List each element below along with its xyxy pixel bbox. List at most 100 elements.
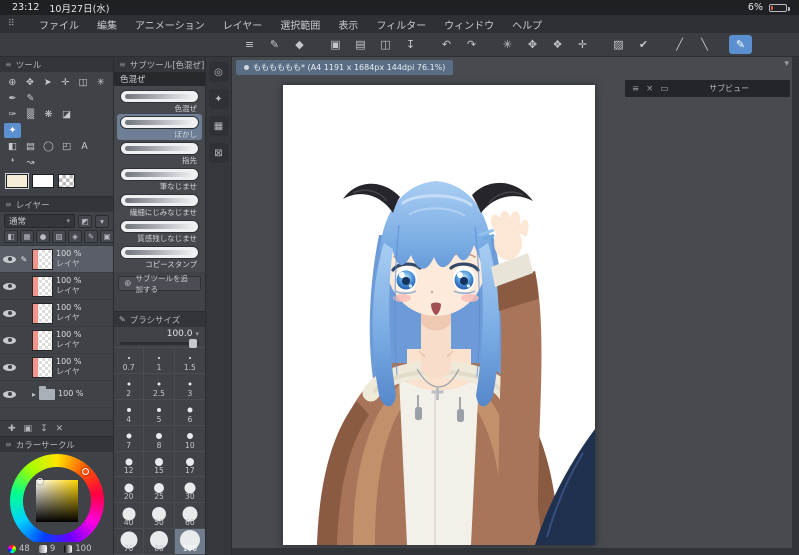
opacity-button[interactable]: ◩ [78,214,92,228]
frame-border-tool[interactable]: ◰ [58,139,75,154]
brush-size-cell[interactable]: 60 [174,503,205,530]
layer-row[interactable]: 100 % レイヤ [0,354,113,381]
brush-size-cell[interactable]: 12 [114,451,145,478]
slider-handle[interactable] [189,339,197,348]
brush-size-cell[interactable]: 17 [174,451,205,478]
navigate-tool[interactable]: ✥ [22,75,39,90]
brush-size-display[interactable]: 100.0 [114,327,205,339]
decoration-tool[interactable]: ❋ [40,107,57,122]
collapse-panel-icon[interactable]: ▭ [660,84,668,94]
brush-size-cell[interactable]: 2 [114,373,145,400]
visibility-eye-icon[interactable] [3,255,16,264]
menu-item[interactable]: 選択範囲 [271,17,329,32]
layer-row[interactable]: 100 % レイヤ [0,300,113,327]
color-history-icon[interactable]: ✦ [208,89,229,109]
brush-size-header[interactable]: ブラシサイズ [114,312,205,327]
brush-size-cell[interactable]: 8 [144,425,175,452]
zoom-tool[interactable]: ⊕ [4,75,21,90]
horizontal-scroll-track[interactable] [232,548,792,555]
draft-layer-icon[interactable]: ✎ [84,230,98,243]
brush-size-slider[interactable] [120,339,199,348]
layer-panel-header[interactable]: レイヤー [0,197,113,212]
menu-item[interactable]: レイヤー [214,17,272,32]
brush-size-cell[interactable]: 5 [144,399,175,426]
tool-switch-icon[interactable]: ◆ [288,35,311,54]
blend-mode-select[interactable]: 通常 [4,214,75,228]
stabilize-line-icon[interactable]: ╱ [668,35,691,54]
menu-item[interactable]: ファイル [30,17,88,32]
fill-tool[interactable]: ◧ [4,139,21,154]
layer-move-tool[interactable]: ✛ [57,75,74,90]
subtool-group-tab[interactable]: 色混ぜ [114,72,205,86]
subtool-panel-header[interactable]: サブツール[色混ぜ] [114,57,205,72]
brush-size-cell[interactable]: 40 [114,503,145,530]
add-subtool-button[interactable]: サブツールを追加する [118,274,201,294]
undo-icon[interactable]: ↶ [435,35,458,54]
lock-layer-icon[interactable]: ● [36,230,50,243]
sv-marker[interactable] [36,478,43,484]
select-check-icon[interactable]: ✔ [632,35,655,54]
main-color-swatch[interactable] [6,174,28,188]
snap-icon[interactable]: ❖ [546,35,569,54]
color-panel-header[interactable]: カラーサークル [0,437,113,452]
brush-size-cell[interactable]: 80 [144,529,175,555]
visibility-eye-icon[interactable] [3,336,16,345]
layer-row[interactable]: 100 % レイヤ [0,273,113,300]
subtool-item[interactable]: 色混ぜ [117,88,202,114]
subtool-item[interactable]: 指先 [117,140,202,166]
transform-icon[interactable]: ✥ [521,35,544,54]
brush-size-cell[interactable]: 0.7 [114,348,145,374]
airbrush-tool[interactable]: ▒ [22,107,39,122]
new-folder-icon[interactable]: ▣ [24,424,33,434]
brush-size-cell[interactable]: 3 [174,373,205,400]
clipboard-icon[interactable]: ▣ [324,35,347,54]
brush-mode-icon[interactable]: ✎ [729,35,752,54]
brush-size-cell[interactable]: 15 [144,451,175,478]
brush-size-cell[interactable]: 100 [174,529,205,555]
brush-tool[interactable]: ✑ [4,107,21,122]
app-grid-icon[interactable] [8,19,24,29]
subtool-item[interactable]: 質感残しなじませ [117,218,202,244]
deselect-icon[interactable]: ✳ [496,35,519,54]
pen-tool[interactable]: ✒ [4,91,21,106]
brush-size-cell[interactable]: 2.5 [144,373,175,400]
new-layer-icon[interactable]: ✚ [8,424,16,434]
document-tab[interactable]: もももももも* (A4 1191 x 1684px 144dpi 76.1%) [236,60,454,75]
tool-panel-header[interactable]: ツール [0,57,113,72]
menu-item[interactable]: フィルター [367,17,435,32]
color-set-icon[interactable]: ▦ [208,116,229,136]
pencil-tool[interactable]: ✎ [22,91,39,106]
brush-size-cell[interactable]: 6 [174,399,205,426]
clipping-icon[interactable]: ▦ [20,230,34,243]
brush-size-cell[interactable]: 30 [174,477,205,504]
layer-row[interactable]: 100 % レイヤ [0,327,113,354]
merge-down-icon[interactable]: ↧ [40,424,48,434]
figure-tool[interactable]: ◯ [40,139,57,154]
menu-item[interactable]: ヘルプ [503,17,551,32]
transparent-color-swatch[interactable] [58,174,75,188]
menu-item[interactable]: 表示 [329,17,367,32]
current-tool-icon[interactable]: ✎ [263,35,286,54]
close-panel-icon[interactable]: × [646,84,653,94]
subtool-item[interactable]: 筆なじませ [117,166,202,192]
layer-row[interactable]: ▸ 100 % [0,381,113,408]
document-canvas[interactable] [283,85,595,545]
line-correction-tool[interactable]: ↝ [22,155,39,170]
vector-line-icon[interactable]: ╲ [693,35,716,54]
reference-layer-icon[interactable]: ◈ [68,230,82,243]
subview-panel[interactable]: ≡ × ▭ サブビュー [625,80,790,97]
quick-access-icon[interactable]: ◎ [208,62,229,82]
brush-size-cell[interactable]: 10 [174,425,205,452]
brush-size-cell[interactable]: 7 [114,425,145,452]
export-icon[interactable]: ↧ [399,35,422,54]
hue-marker[interactable] [81,468,89,475]
chevron-down-icon[interactable]: ▾ [784,59,789,69]
brush-size-cell[interactable]: 25 [144,477,175,504]
delete-layer-icon[interactable]: ✕ [56,424,64,434]
palette-options-button[interactable]: ▾ [95,214,109,228]
ruler-icon[interactable]: ✛ [571,35,594,54]
selection-tool[interactable]: ◫ [75,75,92,90]
menu-item[interactable]: ウィンドウ [435,17,503,32]
redo-icon[interactable]: ↷ [460,35,483,54]
brush-size-cell[interactable]: 1.5 [174,348,205,374]
